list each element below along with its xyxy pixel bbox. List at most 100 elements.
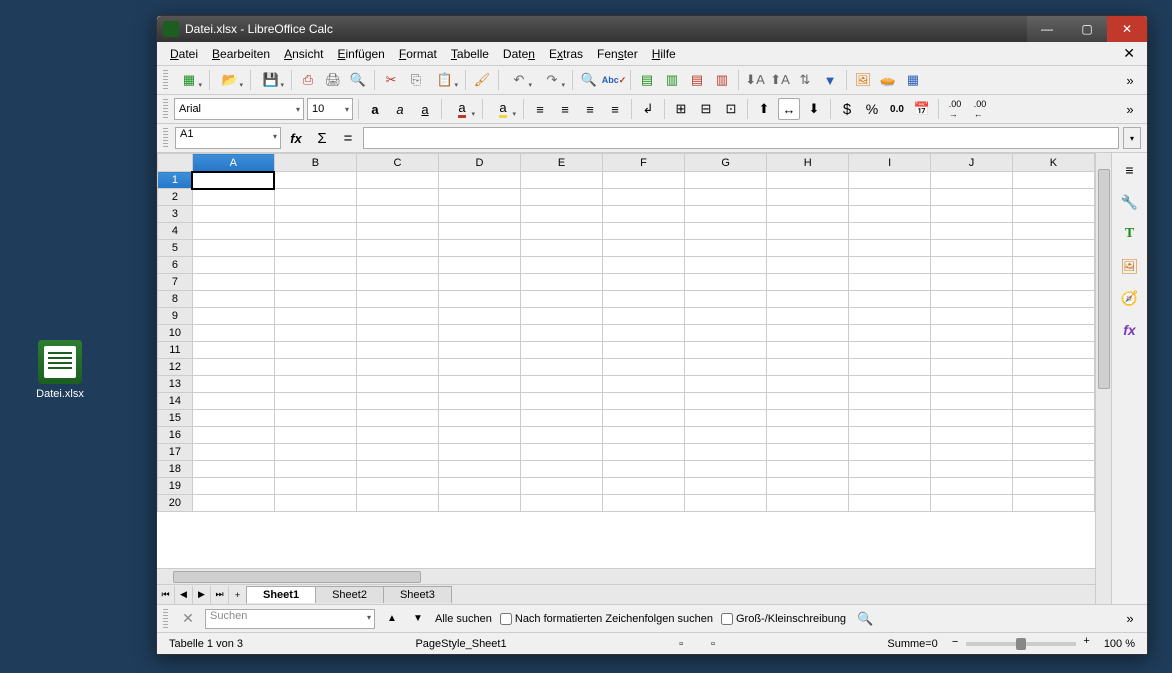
cell-A16[interactable] bbox=[192, 427, 274, 444]
cell-C19[interactable] bbox=[356, 478, 438, 495]
cell-E6[interactable] bbox=[521, 257, 603, 274]
cell-K8[interactable] bbox=[1012, 291, 1094, 308]
cell-E20[interactable] bbox=[521, 495, 603, 512]
sort-button[interactable]: ⇅ bbox=[794, 69, 816, 91]
cell-E11[interactable] bbox=[521, 342, 603, 359]
row-header-8[interactable]: 8 bbox=[158, 291, 193, 308]
row-header-17[interactable]: 17 bbox=[158, 444, 193, 461]
row-header-4[interactable]: 4 bbox=[158, 223, 193, 240]
merge-center-button[interactable]: ⊡ bbox=[720, 98, 742, 120]
cell-I2[interactable] bbox=[849, 189, 931, 206]
toolbar-grip[interactable] bbox=[163, 70, 168, 90]
cell-F11[interactable] bbox=[603, 342, 685, 359]
cell-A8[interactable] bbox=[192, 291, 274, 308]
cell-J14[interactable] bbox=[931, 393, 1013, 410]
insert-chart-button[interactable]: 🥧 bbox=[877, 69, 899, 91]
cell-I7[interactable] bbox=[849, 274, 931, 291]
zoom-slider[interactable] bbox=[966, 642, 1076, 646]
cell-E14[interactable] bbox=[521, 393, 603, 410]
cell-J16[interactable] bbox=[931, 427, 1013, 444]
remove-decimal-button[interactable]: .00← bbox=[969, 98, 991, 120]
zoom-level[interactable]: 100 % bbox=[1098, 638, 1141, 650]
navigator-panel-icon[interactable]: 🧭 bbox=[1119, 287, 1141, 309]
cell-E3[interactable] bbox=[521, 206, 603, 223]
column-header-B[interactable]: B bbox=[274, 154, 356, 172]
row-header-12[interactable]: 12 bbox=[158, 359, 193, 376]
row-header-5[interactable]: 5 bbox=[158, 240, 193, 257]
copy-button[interactable]: ⎘ bbox=[405, 69, 427, 91]
cell-D20[interactable] bbox=[438, 495, 520, 512]
cell-C1[interactable] bbox=[356, 172, 438, 189]
cell-F1[interactable] bbox=[603, 172, 685, 189]
cell-A10[interactable] bbox=[192, 325, 274, 342]
cell-I17[interactable] bbox=[849, 444, 931, 461]
cell-I5[interactable] bbox=[849, 240, 931, 257]
toolbar-more-button[interactable]: » bbox=[1119, 69, 1141, 91]
cell-D13[interactable] bbox=[438, 376, 520, 393]
cell-C12[interactable] bbox=[356, 359, 438, 376]
cell-B10[interactable] bbox=[274, 325, 356, 342]
add-decimal-button[interactable]: .00→ bbox=[944, 98, 966, 120]
sheet-tab-sheet1[interactable]: Sheet1 bbox=[246, 586, 316, 603]
cell-J13[interactable] bbox=[931, 376, 1013, 393]
column-header-D[interactable]: D bbox=[438, 154, 520, 172]
cell-F17[interactable] bbox=[603, 444, 685, 461]
column-header-H[interactable]: H bbox=[767, 154, 849, 172]
menu-hilfe[interactable]: Hilfe bbox=[645, 45, 683, 63]
cell-I16[interactable] bbox=[849, 427, 931, 444]
delete-column-button[interactable]: ▥ bbox=[711, 69, 733, 91]
cell-D10[interactable] bbox=[438, 325, 520, 342]
cell-B19[interactable] bbox=[274, 478, 356, 495]
cell-C15[interactable] bbox=[356, 410, 438, 427]
spellcheck-button[interactable]: Abc✓ bbox=[603, 69, 625, 91]
insert-pivot-button[interactable]: ▦ bbox=[902, 69, 924, 91]
cell-C13[interactable] bbox=[356, 376, 438, 393]
cell-E9[interactable] bbox=[521, 308, 603, 325]
minimize-button[interactable]: — bbox=[1027, 16, 1067, 42]
cell-A14[interactable] bbox=[192, 393, 274, 410]
cell-A9[interactable] bbox=[192, 308, 274, 325]
cell-A12[interactable] bbox=[192, 359, 274, 376]
cell-B6[interactable] bbox=[274, 257, 356, 274]
cell-H20[interactable] bbox=[767, 495, 849, 512]
cell-E17[interactable] bbox=[521, 444, 603, 461]
find-prev-button[interactable]: ▲ bbox=[383, 610, 401, 628]
cell-E13[interactable] bbox=[521, 376, 603, 393]
cell-B12[interactable] bbox=[274, 359, 356, 376]
cell-I15[interactable] bbox=[849, 410, 931, 427]
cell-H18[interactable] bbox=[767, 461, 849, 478]
menu-tabelle[interactable]: Tabelle bbox=[444, 45, 496, 63]
tab-next-button[interactable]: ▶ bbox=[193, 586, 211, 604]
cell-H10[interactable] bbox=[767, 325, 849, 342]
autofilter-button[interactable]: ▼ bbox=[819, 69, 841, 91]
toolbar-grip[interactable] bbox=[163, 609, 168, 629]
cell-J8[interactable] bbox=[931, 291, 1013, 308]
cell-I13[interactable] bbox=[849, 376, 931, 393]
cell-A6[interactable] bbox=[192, 257, 274, 274]
cell-B4[interactable] bbox=[274, 223, 356, 240]
tab-first-button[interactable]: ⏮ bbox=[157, 586, 175, 604]
cell-A13[interactable] bbox=[192, 376, 274, 393]
cell-F14[interactable] bbox=[603, 393, 685, 410]
row-header-3[interactable]: 3 bbox=[158, 206, 193, 223]
insert-column-button[interactable]: ▥ bbox=[661, 69, 683, 91]
cell-C6[interactable] bbox=[356, 257, 438, 274]
cell-G15[interactable] bbox=[685, 410, 767, 427]
cell-D11[interactable] bbox=[438, 342, 520, 359]
cell-I8[interactable] bbox=[849, 291, 931, 308]
cell-H5[interactable] bbox=[767, 240, 849, 257]
cell-C16[interactable] bbox=[356, 427, 438, 444]
bold-button[interactable]: a bbox=[364, 98, 386, 120]
row-header-11[interactable]: 11 bbox=[158, 342, 193, 359]
menu-einfuegen[interactable]: Einfügen bbox=[330, 45, 391, 63]
currency-button[interactable]: $ bbox=[836, 98, 858, 120]
cell-G13[interactable] bbox=[685, 376, 767, 393]
cell-D6[interactable] bbox=[438, 257, 520, 274]
cell-F13[interactable] bbox=[603, 376, 685, 393]
styles-panel-icon[interactable]: T bbox=[1119, 223, 1141, 245]
cell-K11[interactable] bbox=[1012, 342, 1094, 359]
cell-J17[interactable] bbox=[931, 444, 1013, 461]
cell-C4[interactable] bbox=[356, 223, 438, 240]
cell-B9[interactable] bbox=[274, 308, 356, 325]
cell-H19[interactable] bbox=[767, 478, 849, 495]
